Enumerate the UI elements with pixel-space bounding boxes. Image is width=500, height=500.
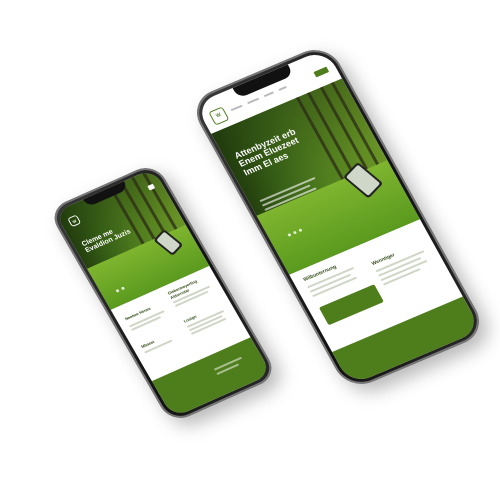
tablet-logo-text: W	[215, 112, 223, 120]
phone-menu-button[interactable]	[147, 183, 155, 191]
tablet-nav-link-3[interactable]	[263, 91, 274, 98]
phone-footer	[151, 337, 272, 418]
tablet-nav-cta-button[interactable]	[313, 66, 330, 78]
tablet-hero-title: Attenbyzeit erb Enem Eluezeet Imm El aes	[232, 126, 301, 178]
tablet-nav-link-1[interactable]	[230, 104, 243, 112]
tablet-nav-link-4[interactable]	[278, 85, 287, 91]
phone-logo-text: W	[71, 217, 78, 224]
tablet-nav-link-2[interactable]	[247, 97, 260, 105]
phone-screen: W Cleme me Evaldion Juzis Neebee Henee G…	[54, 168, 272, 418]
tablet-logo[interactable]: W	[208, 106, 230, 126]
phone-logo[interactable]: W	[67, 214, 82, 228]
